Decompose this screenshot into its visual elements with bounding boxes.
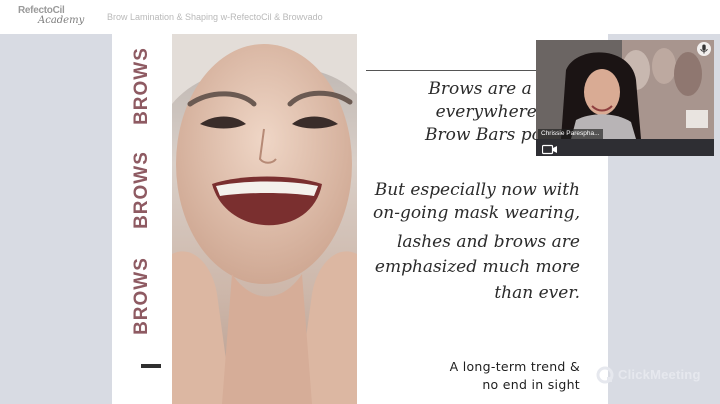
- brows-word-3: BROWS: [131, 257, 152, 335]
- brows-word-2: BROWS: [131, 151, 152, 229]
- meeting-title: Brow Lamination & Shaping w-RefectoCil &…: [107, 12, 323, 22]
- smiling-woman-illustration: [172, 34, 357, 404]
- slide-text-line-6: lashes and brows are: [396, 232, 580, 252]
- tagline-line-2: no end in sight: [482, 377, 580, 392]
- accent-bar: [141, 364, 161, 368]
- video-controls-bar: [536, 139, 714, 156]
- smiling-woman-photo: [172, 34, 357, 404]
- presenter-name-label: Chrissie Parespha...: [538, 129, 603, 139]
- clickmeeting-logo-icon: [596, 366, 614, 389]
- tagline: A long-term trend & no end in sight: [450, 358, 580, 394]
- slide-text-line-8: than ever.: [494, 283, 580, 303]
- slide: BROWS BROWS BROWS Brows are a huge every…: [112, 34, 608, 404]
- clickmeeting-watermark: ClickMeeting: [596, 364, 716, 386]
- microphone-icon[interactable]: [697, 42, 711, 56]
- refectocil-academy-logo: RefectoCil Academy: [18, 5, 88, 29]
- slide-text-line-5: on-going mask wearing,: [373, 203, 580, 223]
- slide-text-line-4: But especially now with: [374, 180, 580, 200]
- tagline-line-1: A long-term trend &: [449, 359, 580, 374]
- camera-icon[interactable]: [541, 142, 558, 155]
- logo-sub-text: Academy: [38, 15, 85, 26]
- presenter-video[interactable]: Chrissie Parespha...: [536, 40, 714, 156]
- clickmeeting-watermark-text: ClickMeeting: [618, 367, 701, 382]
- slide-text-line-7: emphasized much more: [374, 257, 580, 277]
- brows-word-1: BROWS: [131, 47, 152, 125]
- top-bar: RefectoCil Academy Brow Lamination & Sha…: [0, 0, 720, 34]
- brows-vertical-column: BROWS BROWS BROWS: [112, 34, 172, 404]
